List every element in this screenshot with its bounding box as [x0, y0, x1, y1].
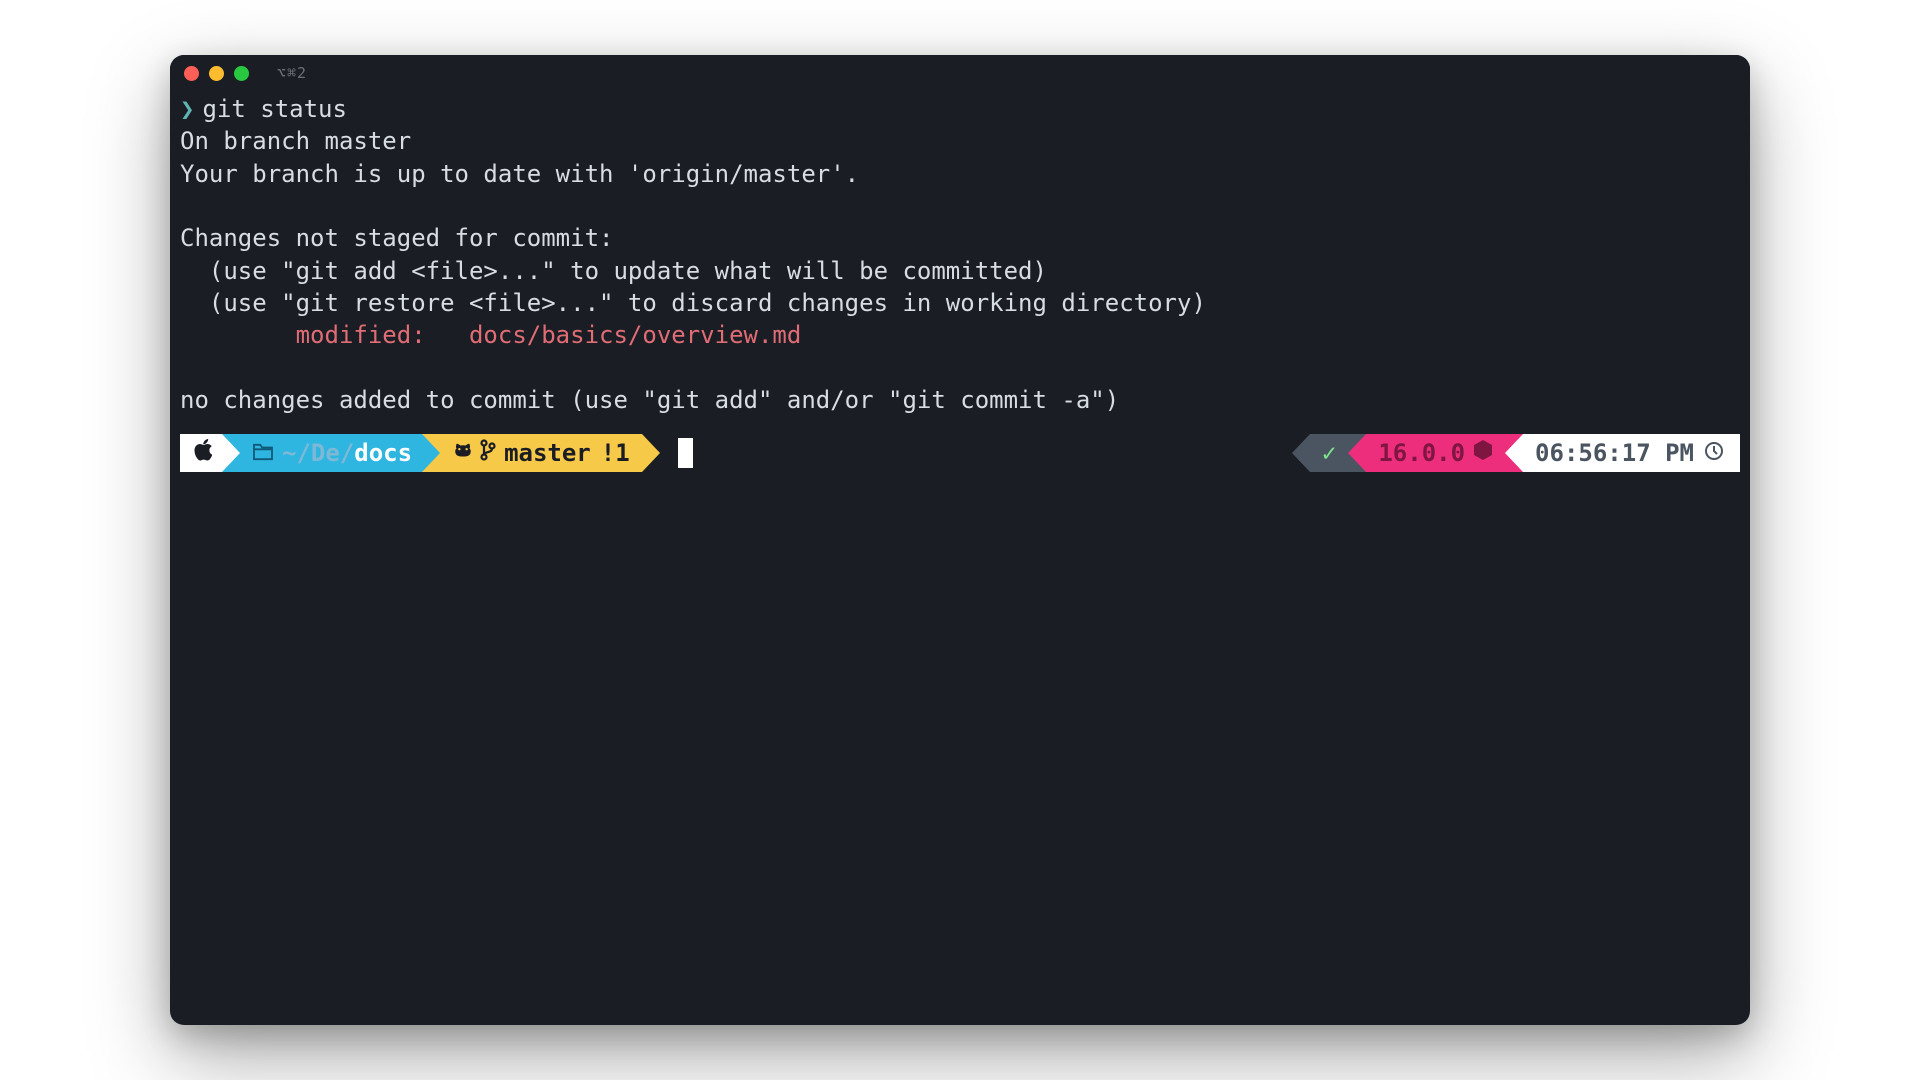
output-changes-header: Changes not staged for commit:	[180, 222, 1740, 254]
path-prefix: ~/	[282, 434, 311, 472]
os-segment	[180, 434, 222, 472]
prompt-symbol: ❯	[180, 93, 194, 125]
output-hint-restore: (use "git restore <file>..." to discard …	[180, 287, 1740, 319]
path-dir: docs	[354, 434, 412, 472]
time-text: 06:56:17 PM	[1535, 434, 1694, 472]
command-text: git status	[202, 93, 347, 125]
node-version: 16.0.0	[1378, 434, 1465, 472]
zoom-button[interactable]	[234, 66, 249, 81]
git-dirty-count: !1	[601, 434, 630, 472]
terminal-window: ⌥⌘2 ❯ git status On branch master Your b…	[170, 55, 1750, 1025]
powerline-left: ~/De/docs	[180, 434, 693, 472]
segment-separator	[422, 434, 440, 472]
blank-line	[180, 190, 1740, 222]
traffic-lights	[184, 66, 249, 81]
branch-icon	[480, 434, 496, 472]
output-hint-add: (use "git add <file>..." to update what …	[180, 255, 1740, 287]
time-segment: 06:56:17 PM	[1523, 434, 1740, 472]
blank-line	[180, 352, 1740, 384]
clock-icon	[1704, 434, 1724, 472]
powerline-prompt: ~/De/docs	[180, 434, 1740, 472]
output-footer: no changes added to commit (use "git add…	[180, 384, 1740, 416]
modified-label: modified:	[180, 321, 469, 349]
minimize-button[interactable]	[209, 66, 224, 81]
terminal-body[interactable]: ❯ git status On branch master Your branc…	[170, 91, 1750, 1025]
modified-file: docs/basics/overview.md	[469, 321, 801, 349]
titlebar: ⌥⌘2	[170, 55, 1750, 91]
cursor[interactable]	[678, 438, 693, 468]
path-mid: De/	[311, 434, 354, 472]
close-button[interactable]	[184, 66, 199, 81]
segment-separator	[222, 434, 240, 472]
powerline-right: ✓ 16.0.0 06:56:17 PM	[1292, 434, 1740, 472]
segment-separator	[1292, 434, 1310, 472]
folder-icon	[252, 434, 274, 472]
status-segment: ✓	[1310, 434, 1348, 472]
branch-name: master	[504, 434, 591, 472]
prompt-line: ❯ git status	[180, 93, 1740, 125]
output-branch: On branch master	[180, 125, 1740, 157]
output-modified-row: modified: docs/basics/overview.md	[180, 319, 1740, 351]
git-segment: master !1	[440, 434, 642, 472]
node-segment: 16.0.0	[1366, 434, 1505, 472]
segment-separator	[1505, 434, 1523, 472]
check-icon: ✓	[1322, 434, 1336, 472]
output-upstream: Your branch is up to date with 'origin/m…	[180, 158, 1740, 190]
github-icon	[452, 434, 474, 472]
window-title: ⌥⌘2	[277, 64, 307, 82]
apple-icon	[194, 434, 212, 472]
node-icon	[1473, 434, 1493, 472]
path-segment: ~/De/docs	[240, 434, 422, 472]
segment-separator	[1348, 434, 1366, 472]
segment-separator	[642, 434, 660, 472]
